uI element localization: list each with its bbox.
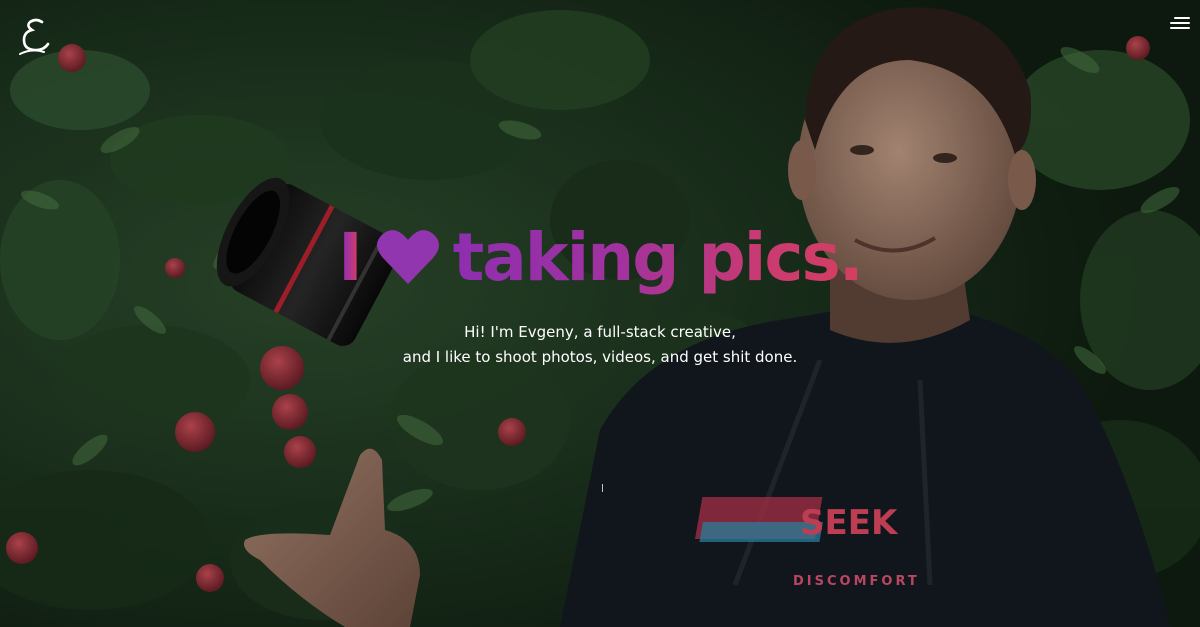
- subtitle-line-1: Hi! I'm Evgeny, a full-stack creative,: [464, 323, 736, 341]
- hero-headline: Itaking pics.: [0, 218, 1200, 298]
- hero-section: SEEK DISCOMFORT Itaking pics. Hi! I'm Ev…: [0, 0, 1200, 627]
- headline-end: taking pics.: [452, 219, 864, 296]
- scroll-down-indicator-icon[interactable]: [602, 484, 603, 492]
- menu-line: [1170, 22, 1190, 24]
- dark-overlay: [0, 0, 1200, 627]
- hero-subtitle: Hi! I'm Evgeny, a full-stack creative, a…: [0, 320, 1200, 370]
- headline-start: I: [338, 219, 363, 296]
- heart-icon: [376, 230, 439, 284]
- subtitle-line-2: and I like to shoot photos, videos, and …: [402, 348, 798, 366]
- menu-line: [1174, 17, 1190, 19]
- logo-icon[interactable]: [14, 14, 54, 58]
- hamburger-menu-icon[interactable]: [1168, 14, 1190, 32]
- menu-line: [1170, 27, 1190, 29]
